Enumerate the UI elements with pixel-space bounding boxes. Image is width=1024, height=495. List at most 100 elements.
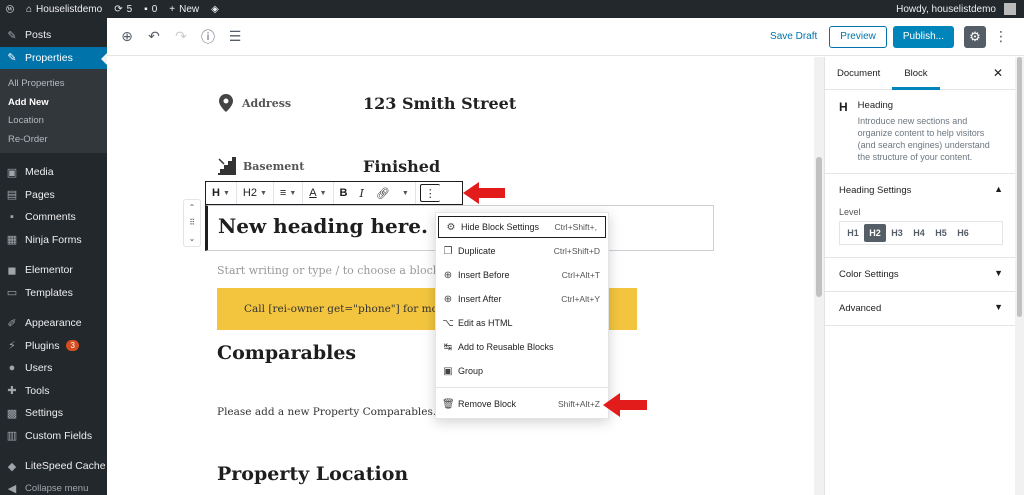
block-more-menu: ⚙ Hide Block Settings Ctrl+Shift+, ❐ Dup… [435,212,609,419]
publish-button[interactable]: Publish... [892,25,954,48]
heading-level-dropdown[interactable]: H2 ▼ [237,182,274,204]
move-down-icon[interactable]: ⌄ [189,234,196,243]
info-icon[interactable]: ⓘ [196,27,220,47]
menu-item-insert-before[interactable]: ⊕ Insert Before Ctrl+Alt+T [436,264,608,286]
menu-item-insert-after[interactable]: ⊕ Insert After Ctrl+Alt+Y [436,288,608,310]
color-settings-toggle[interactable]: Color Settings [839,258,1001,291]
level-h3-button[interactable]: H3 [886,224,908,242]
property-location-heading[interactable]: Property Location [217,463,408,485]
sidebar-item-label: Properties [25,51,73,64]
sidebar-item-label: Custom Fields [25,429,93,442]
block-navigation-icon[interactable]: ☰ [223,28,247,45]
level-h2-button[interactable]: H2 [864,224,886,242]
sidebar-item-elementor[interactable]: ◼ Elementor [0,259,107,282]
sidebar-scrollbar[interactable] [1015,57,1024,495]
add-block-icon[interactable]: ⊕ [115,28,139,45]
tab-document[interactable]: Document [825,57,892,90]
heading-text[interactable]: New heading here. [218,214,428,238]
collapse-menu-button[interactable]: ◀ Collapse menu [0,478,107,495]
menu-item-hide-block-settings[interactable]: ⚙ Hide Block Settings Ctrl+Shift+, [438,216,606,238]
templates-icon: ▭ [6,287,18,300]
text-color-dropdown[interactable]: A ▼ [303,182,334,204]
updates-link[interactable]: ⟳ 5 [108,0,138,18]
howdy-label: Howdy, houselistdemo [896,3,996,15]
undo-icon[interactable]: ↶ [142,28,166,45]
heading-settings-toggle[interactable]: Heading Settings [839,174,1001,207]
level-label: Level [839,207,861,217]
menu-item-add-to-reusable-blocks[interactable]: ↹ Add to Reusable Blocks [436,336,608,358]
close-icon[interactable]: ✕ [993,66,1003,80]
advanced-toggle[interactable]: Advanced [839,292,1001,325]
submenu-location[interactable]: Location [0,112,107,131]
submenu-add-new[interactable]: Add New [0,94,107,113]
align-dropdown[interactable]: ≡ ▼ [274,182,304,204]
move-up-icon[interactable]: ⌃ [189,203,196,212]
level-h1-button[interactable]: H1 [842,224,864,242]
bold-button[interactable]: B [334,182,354,204]
sidebar-item-posts[interactable]: ✎ Posts [0,24,107,47]
submenu-re-order[interactable]: Re-Order [0,131,107,150]
sidebar-item-label: Collapse menu [25,483,89,495]
insert-before-icon: ⊕ [443,269,453,281]
html-icon: ⌥ [442,317,454,329]
more-tools-icon[interactable]: ⋮ [994,28,1008,45]
comparables-heading[interactable]: Comparables [217,342,356,364]
preview-button[interactable]: Preview [829,25,887,48]
menu-item-edit-as-html[interactable]: ⌥ Edit as HTML [436,312,608,334]
block-placeholder[interactable]: Start writing or type / to choose a bloc… [217,264,439,277]
sidebar-item-comments[interactable]: ▪ Comments [0,206,107,229]
chevron-up-icon[interactable]: ▲ [994,184,1003,194]
menu-item-group[interactable]: ▣ Group [436,360,608,382]
italic-button[interactable]: I [353,182,369,204]
sidebar-item-ninja-forms[interactable]: ▦ Ninja Forms [0,229,107,252]
sidebar-item-custom-fields[interactable]: ▥ Custom Fields [0,425,107,448]
settings-gear-icon[interactable]: ⚙ [964,25,986,48]
sidebar-item-templates[interactable]: ▭ Templates [0,282,107,305]
sidebar-item-litespeed-cache[interactable]: ◆ LiteSpeed Cache [0,455,107,478]
fields-icon: ▥ [6,430,18,443]
chevron-down-icon[interactable]: ▼ [994,302,1003,312]
sidebar-item-media[interactable]: ▣ Media [0,161,107,184]
color-settings-panel: Color Settings ▼ [825,258,1015,292]
tab-block[interactable]: Block [892,57,940,90]
level-h6-button[interactable]: H6 [952,224,974,242]
level-h5-button[interactable]: H5 [930,224,952,242]
plus-icon: + [169,3,176,15]
comparables-paragraph[interactable]: Please add a new Property Comparables. [217,406,436,418]
menu-item-duplicate[interactable]: ❐ Duplicate Ctrl+Shift+D [436,240,608,262]
menu-item-remove-block[interactable]: 🗑︎ Remove Block Shift+Alt+Z [436,393,608,415]
new-content-link[interactable]: + New [163,0,205,18]
level-h4-button[interactable]: H4 [908,224,930,242]
save-draft-button[interactable]: Save Draft [770,31,817,42]
sidebar-item-properties[interactable]: ✎ Properties [0,46,107,69]
account-menu[interactable]: Howdy, houselistdemo [890,0,1024,18]
properties-submenu: All Properties Add New Location Re-Order [0,69,107,153]
more-options-button[interactable]: ⋮ [419,184,440,202]
sidebar-item-users[interactable]: ● Users [0,357,107,380]
submenu-all-properties[interactable]: All Properties [0,75,107,94]
sidebar-item-label: Users [25,362,53,375]
site-name-link[interactable]: ⌂ Houselistdemo [20,0,108,18]
drag-handle-icon[interactable]: ⠿ [189,218,195,227]
canvas-scrollbar[interactable] [814,57,824,495]
updates-count: 5 [126,3,133,15]
sidebar-item-appearance[interactable]: ✐ Appearance [0,312,107,335]
sidebar-item-settings[interactable]: ▩ Settings [0,402,107,425]
scrollbar-thumb[interactable] [816,157,822,297]
sidebar-item-plugins[interactable]: ⚡ Plugins 3 [0,335,107,358]
vertical-ellipsis-icon: ⋮ [424,187,436,200]
chevron-down-icon[interactable]: ▼ [994,268,1003,278]
scrollbar-thumb[interactable] [1017,57,1022,317]
diamond-icon[interactable]: ◈ [205,0,225,18]
comments-link[interactable]: ▪ 0 [138,0,163,18]
sidebar-item-pages[interactable]: ▤ Pages [0,184,107,207]
wordpress-logo-icon[interactable]: W [0,0,20,18]
link-button[interactable]: 🔗︎ [370,182,396,204]
sidebar-item-tools[interactable]: ✚ Tools [0,380,107,403]
address-label: Address [242,96,292,110]
more-rich-text-dropdown[interactable]: ▼ [396,182,416,204]
red-arrow-annotation [463,182,505,204]
forms-icon: ▦ [6,234,18,247]
redo-icon[interactable]: ↷ [169,28,193,45]
block-type-switcher[interactable]: H ▼ [206,182,237,204]
